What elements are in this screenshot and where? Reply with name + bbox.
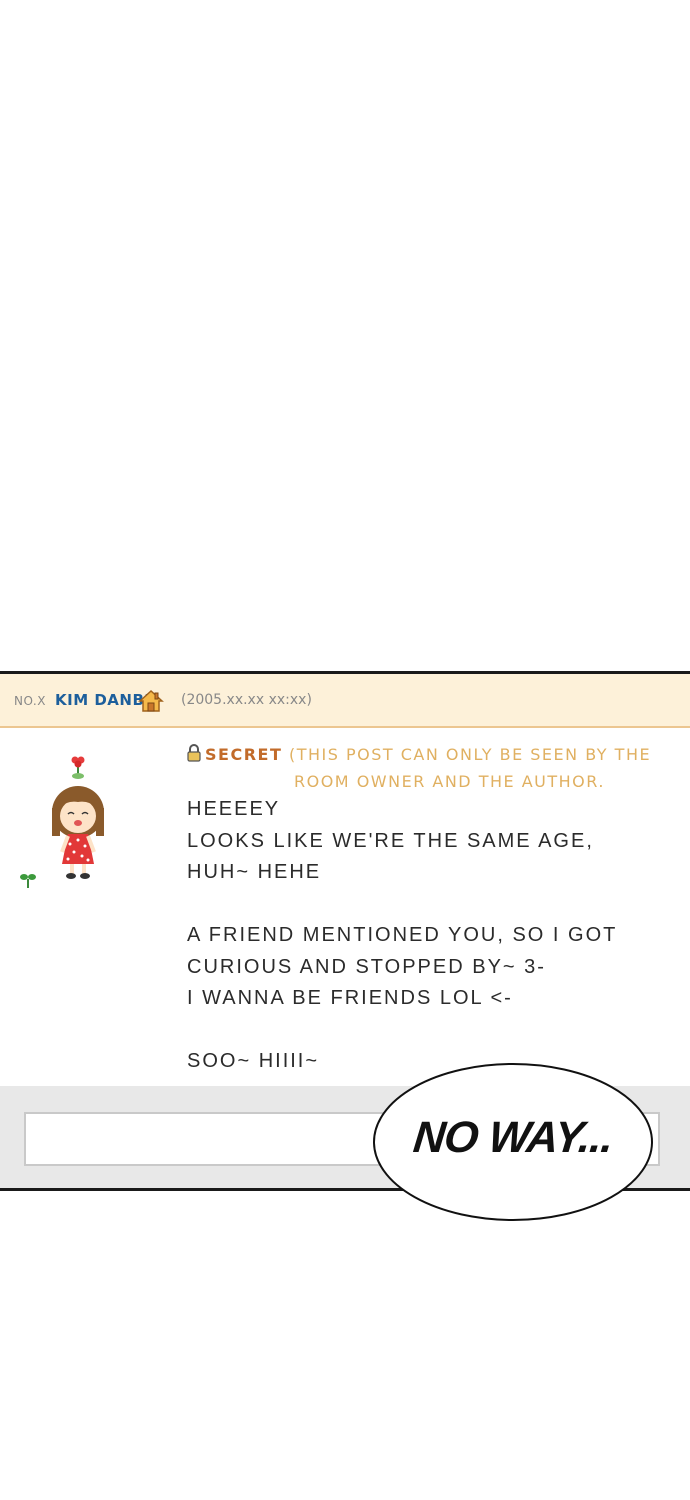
secret-note-line-2: ROOM OWNER AND THE AUTHOR. <box>294 772 605 791</box>
message-line: HEEEEY <box>187 798 281 820</box>
message-line: CURIOUS AND STOPPED BY~ 3- <box>187 955 546 978</box>
message-line <box>187 1015 657 1047</box>
post-date: (2005.xx.xx xx:xx) <box>181 692 312 708</box>
speech-bubble-text: NO WAY... <box>411 1113 616 1162</box>
message-line: A FRIEND MENTIONED YOU, SO I GOT <box>187 924 618 946</box>
post-header: NO.X KIM DANBI (2005.xx.xx xx:xx) <box>0 674 690 728</box>
secret-note-line-1: (THIS POST CAN ONLY BE SEEN BY THE <box>288 745 652 764</box>
author-name[interactable]: KIM DANBI <box>55 691 150 709</box>
sprout-icon <box>20 871 36 893</box>
secret-notice: SECRET (THIS POST CAN ONLY BE SEEN BY TH… <box>186 742 666 794</box>
message-line: HUH~ HEHE <box>187 861 322 883</box>
secret-label: SECRET <box>205 745 283 764</box>
message-line <box>187 889 657 921</box>
message-line: LOOKS LIKE WE'RE THE SAME AGE, <box>187 829 594 852</box>
message-line: I WANNA BE FRIENDS LOL <- <box>187 987 513 1009</box>
lock-icon <box>186 744 202 769</box>
home-icon[interactable] <box>138 689 164 717</box>
post-message: HEEEEY LOOKS LIKE WE'RE THE SAME AGE, HU… <box>187 794 657 1078</box>
avatar <box>48 752 108 886</box>
post-number: NO.X <box>14 694 46 708</box>
